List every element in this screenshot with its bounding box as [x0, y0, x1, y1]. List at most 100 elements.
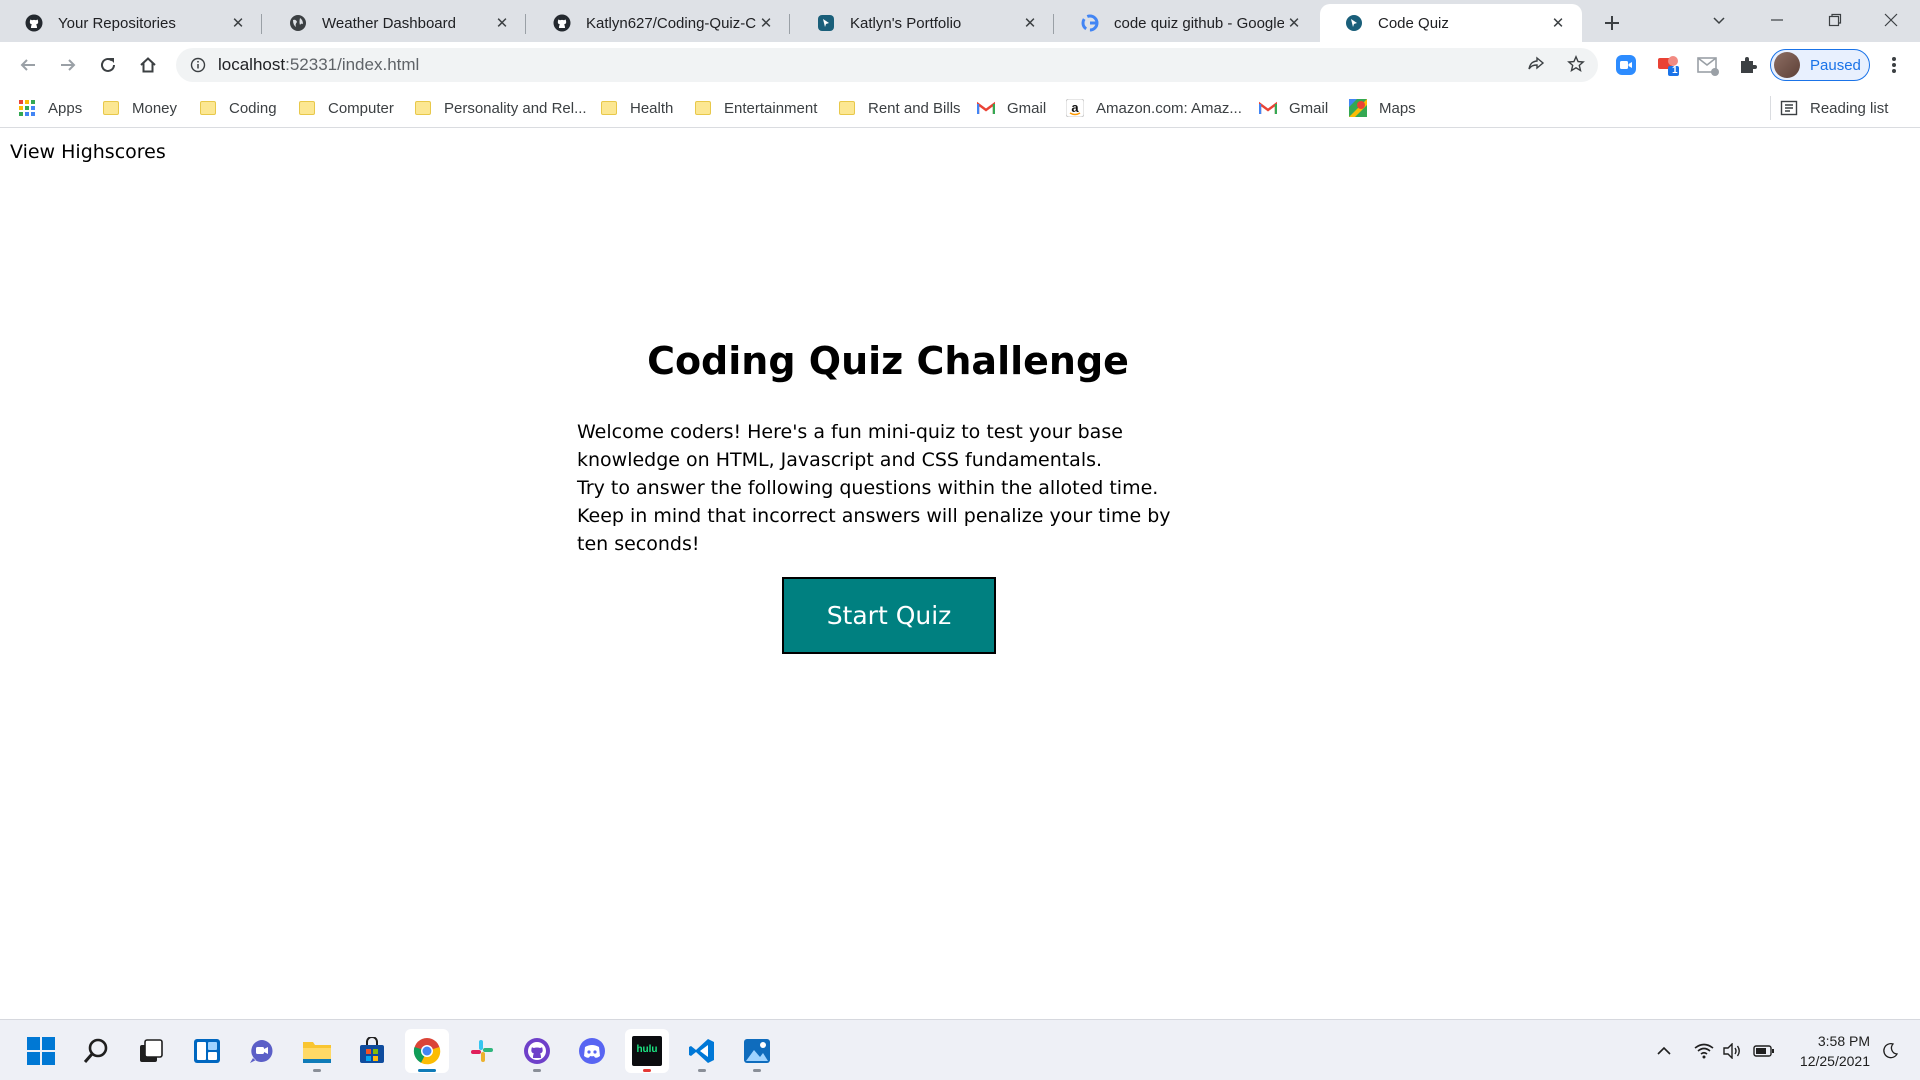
close-icon[interactable]: ✕: [228, 13, 248, 33]
hulu-taskbar-button[interactable]: hulu: [625, 1029, 669, 1073]
bookmarks-bar: Apps Money Coding Computer Personality a…: [0, 88, 1920, 128]
taskbar-search-button[interactable]: [74, 1029, 118, 1073]
file-explorer-button[interactable]: [295, 1029, 339, 1073]
browser-tab-strip: Your Repositories ✕ Weather Dashboard ✕ …: [0, 0, 1920, 42]
teams-chat-button[interactable]: [240, 1029, 284, 1073]
network-button[interactable]: [1692, 1038, 1716, 1064]
show-hidden-icons-button[interactable]: [1652, 1038, 1676, 1064]
volume-button[interactable]: [1720, 1038, 1744, 1064]
google-icon: [1080, 13, 1100, 33]
zoom-extension[interactable]: [1612, 51, 1640, 79]
share-icon: [1528, 56, 1545, 70]
slack-taskbar-button[interactable]: [460, 1029, 504, 1073]
ms-store-button[interactable]: [350, 1029, 394, 1073]
tab-google-search[interactable]: code quiz github - Google ✕: [1056, 4, 1318, 42]
bookmark-folder-rent-bills[interactable]: Rent and Bills: [838, 94, 961, 122]
discord-taskbar-button[interactable]: [570, 1029, 614, 1073]
url-text: localhost:52331/index.html: [218, 55, 419, 75]
minimize-button[interactable]: [1748, 0, 1806, 40]
extensions-button[interactable]: [1734, 51, 1762, 79]
mail-checker-extension[interactable]: [1694, 51, 1722, 79]
clock[interactable]: 3:58 PM 12/25/2021: [1790, 1031, 1870, 1071]
github-desktop-icon: [524, 1038, 550, 1064]
vscode-taskbar-button[interactable]: [680, 1029, 724, 1073]
bookmark-label: Amazon.com: Amaz...: [1096, 99, 1242, 117]
svg-text:a: a: [1071, 100, 1079, 115]
chrome-taskbar-button[interactable]: [405, 1029, 449, 1073]
reading-list-button[interactable]: Reading list: [1769, 94, 1888, 122]
chevron-down-icon: [1713, 17, 1725, 25]
arrow-right-icon: [61, 59, 76, 71]
screencast-extension[interactable]: 1: [1654, 51, 1682, 79]
bookmark-gmail-2[interactable]: Gmail: [1259, 94, 1328, 122]
discord-icon: [579, 1038, 605, 1064]
home-button[interactable]: [132, 49, 164, 81]
bookmark-folder-personality[interactable]: Personality and Rel...: [414, 94, 587, 122]
extension-badge: 1: [1672, 65, 1678, 76]
tab-your-repositories[interactable]: Your Repositories ✕: [0, 4, 262, 42]
reload-button[interactable]: [92, 49, 124, 81]
folder-icon: [414, 99, 432, 117]
browser-menu-button[interactable]: [1880, 51, 1908, 79]
battery-button[interactable]: [1752, 1038, 1776, 1064]
tab-github-coding-quiz[interactable]: Katlyn627/Coding-Quiz-Ch ✕: [528, 4, 790, 42]
bookmark-folder-computer[interactable]: Computer: [298, 94, 394, 122]
task-view-button[interactable]: [129, 1029, 173, 1073]
bookmark-label: Gmail: [1007, 99, 1047, 117]
site-icon: [1344, 13, 1364, 33]
start-quiz-button[interactable]: Start Quiz: [782, 577, 996, 654]
close-icon[interactable]: ✕: [1284, 13, 1304, 33]
mail-icon: [1697, 57, 1719, 76]
tab-search-button[interactable]: [1690, 0, 1748, 40]
tab-katlyns-portfolio[interactable]: Katlyn's Portfolio ✕: [792, 4, 1054, 42]
new-tab-button[interactable]: [1597, 8, 1627, 38]
bookmark-folder-money[interactable]: Money: [102, 94, 177, 122]
close-window-button[interactable]: [1862, 0, 1920, 40]
profile-status: Paused: [1810, 56, 1861, 74]
folder-icon: [298, 99, 316, 117]
widgets-button[interactable]: [185, 1029, 229, 1073]
bookmark-star-button[interactable]: [1562, 50, 1590, 78]
bookmark-label: Entertainment: [724, 99, 818, 117]
close-icon[interactable]: ✕: [1020, 13, 1040, 33]
back-button[interactable]: [12, 49, 44, 81]
bookmark-gmail[interactable]: Gmail: [977, 94, 1046, 122]
arrow-left-icon: [20, 59, 35, 71]
kebab-menu-icon: [1892, 57, 1896, 73]
share-button[interactable]: [1522, 50, 1550, 78]
view-highscores-link[interactable]: View Highscores: [10, 141, 166, 163]
moon-icon: [1883, 1043, 1899, 1059]
profile-button[interactable]: Paused: [1770, 49, 1870, 81]
github-desktop-taskbar-button[interactable]: [515, 1029, 559, 1073]
start-icon: [27, 1037, 55, 1065]
bookmark-folder-health[interactable]: Health: [600, 94, 673, 122]
bookmark-amazon[interactable]: a Amazon.com: Amaz...: [1066, 94, 1242, 122]
close-icon[interactable]: ✕: [1548, 13, 1568, 33]
info-icon[interactable]: [190, 57, 206, 73]
start-button[interactable]: [19, 1029, 63, 1073]
bookmark-folder-entertainment[interactable]: Entertainment: [694, 94, 817, 122]
notifications-button[interactable]: [1878, 1038, 1902, 1064]
forward-button[interactable]: [52, 49, 84, 81]
address-bar[interactable]: localhost:52331/index.html: [176, 48, 1598, 82]
bookmark-label: Personality and Rel...: [444, 99, 587, 117]
bookmark-apps[interactable]: Apps: [18, 94, 82, 122]
restore-button[interactable]: [1806, 0, 1864, 40]
bookmark-maps[interactable]: Maps: [1349, 94, 1416, 122]
photos-taskbar-button[interactable]: [735, 1029, 779, 1073]
minimize-icon: [1771, 19, 1783, 21]
intro-line: Welcome coders! Here's a fun mini-quiz t…: [577, 421, 1123, 471]
bookmark-folder-coding[interactable]: Coding: [199, 94, 277, 122]
folder-icon: [694, 99, 712, 117]
home-icon: [140, 57, 156, 73]
close-icon[interactable]: ✕: [492, 13, 512, 33]
maps-icon: [1349, 99, 1367, 117]
gmail-icon: [1259, 99, 1277, 117]
tab-weather-dashboard[interactable]: Weather Dashboard ✕: [264, 4, 526, 42]
close-icon[interactable]: ✕: [756, 13, 776, 33]
gmail-icon: [977, 99, 995, 117]
reading-list-icon: [1780, 100, 1798, 116]
ms-store-icon: [360, 1037, 384, 1063]
tab-code-quiz[interactable]: Code Quiz ✕: [1320, 4, 1582, 42]
puzzle-icon: [1741, 57, 1757, 73]
